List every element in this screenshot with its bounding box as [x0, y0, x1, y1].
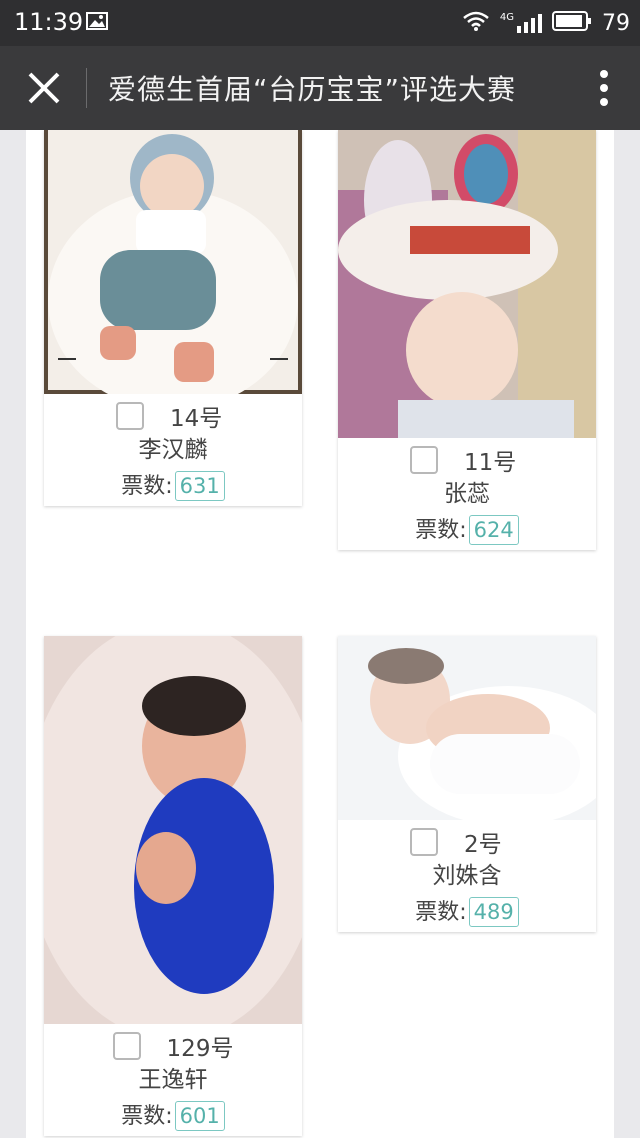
vote-count-row: 票数: 601 — [44, 1098, 302, 1136]
network-type-label: 4G — [499, 12, 514, 23]
nav-bar: 爱德生首届“台历宝宝”评选大赛 — [0, 46, 640, 130]
battery-icon — [552, 10, 592, 36]
vote-checkbox[interactable] — [116, 402, 144, 430]
contestant-name: 刘姝含 — [432, 863, 502, 889]
contestant-info: 14号 李汉麟 票数: 631 — [44, 394, 302, 506]
contestant-name: 王逸轩 — [138, 1067, 208, 1093]
vote-count: 601 — [174, 1101, 225, 1131]
votes-label: 票数: — [121, 1104, 173, 1129]
vote-count: 489 — [468, 897, 519, 927]
contestant-info: 2号 刘姝含 票数: 489 — [338, 820, 596, 932]
nav-divider — [86, 68, 87, 108]
contestant-card[interactable]: 14号 李汉麟 票数: 631 — [44, 130, 302, 506]
contestant-number: 2号 — [464, 832, 502, 858]
vote-count: 624 — [468, 515, 519, 545]
contestant-name: 李汉麟 — [138, 437, 208, 463]
vote-checkbox[interactable] — [112, 1032, 141, 1060]
vote-count-row: 票数: 489 — [338, 894, 596, 932]
contestant-number: 129号 — [166, 1036, 234, 1062]
page-title: 爱德生首届“台历宝宝”评选大赛 — [108, 73, 517, 106]
votes-label: 票数: — [121, 474, 173, 499]
contestant-number: 11号 — [464, 450, 517, 476]
vote-checkbox[interactable] — [410, 446, 438, 474]
vote-count-row: 票数: 624 — [338, 512, 596, 550]
contestant-photo[interactable] — [338, 130, 596, 438]
contestant-number: 14号 — [170, 406, 223, 432]
contestant-grid: 14号 李汉麟 票数: 631 11号 张蕊 票数: 624 129号 王逸轩 … — [26, 130, 614, 1138]
close-button[interactable] — [22, 66, 66, 110]
votes-label: 票数: — [415, 900, 467, 925]
close-icon — [28, 72, 60, 104]
wifi-icon — [462, 10, 490, 36]
battery-level: 79 — [602, 10, 630, 36]
contestant-photo[interactable] — [44, 636, 302, 1024]
contestant-info: 129号 王逸轩 票数: 601 — [44, 1024, 302, 1136]
status-bar: 11:39 4G 79 — [0, 0, 640, 46]
more-menu-button[interactable] — [594, 68, 614, 108]
votes-label: 票数: — [415, 518, 467, 543]
contestant-name: 张蕊 — [444, 481, 490, 507]
signal-4g-icon: 4G — [500, 12, 542, 34]
image-notification-icon — [86, 12, 108, 30]
vote-checkbox[interactable] — [410, 828, 438, 856]
contestant-photo[interactable] — [338, 636, 596, 820]
contestant-card[interactable]: 11号 张蕊 票数: 624 — [338, 130, 596, 550]
contestant-info: 11号 张蕊 票数: 624 — [338, 438, 596, 550]
vote-count: 631 — [174, 471, 225, 501]
status-time: 11:39 — [14, 8, 84, 36]
contestant-card[interactable]: 129号 王逸轩 票数: 601 — [44, 636, 302, 1136]
contestant-card[interactable]: 2号 刘姝含 票数: 489 — [338, 636, 596, 932]
contestant-photo[interactable] — [44, 130, 302, 394]
vote-count-row: 票数: 631 — [44, 468, 302, 506]
more-vertical-icon — [600, 70, 608, 106]
